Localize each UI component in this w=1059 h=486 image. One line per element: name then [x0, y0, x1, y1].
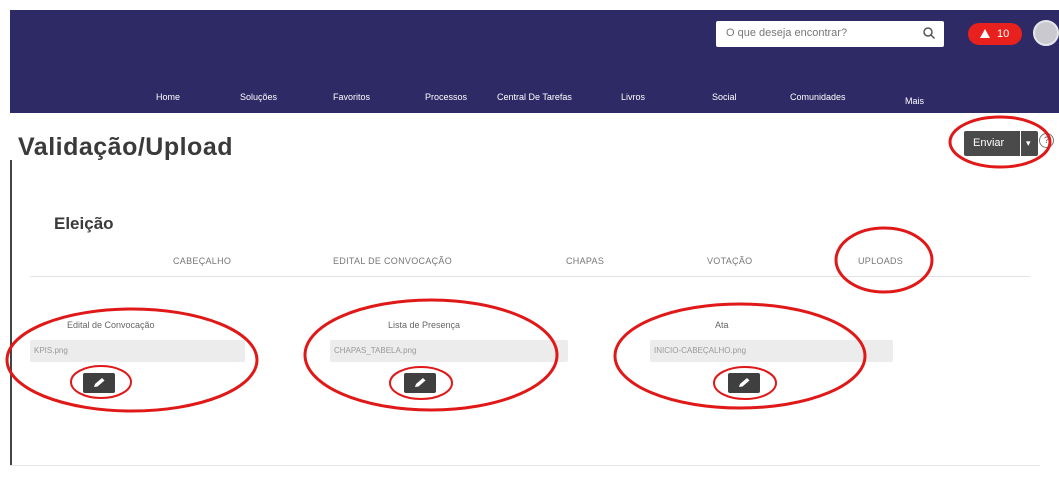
annotation-circle	[70, 365, 132, 399]
annotation-circle	[303, 298, 559, 412]
annotation-overlay	[5, 115, 1052, 413]
annotation-circle	[613, 302, 867, 410]
annotation-circle	[948, 115, 1052, 169]
annotation-circle	[834, 226, 934, 294]
annotation-circle	[5, 307, 259, 413]
annotation-circle	[389, 366, 453, 400]
annotation-circle	[713, 366, 777, 400]
